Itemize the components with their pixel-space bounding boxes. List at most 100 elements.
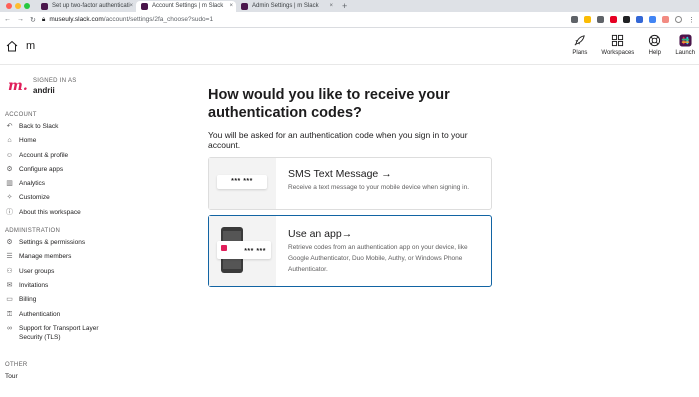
person-icon: ☺ <box>5 151 14 159</box>
close-window-button[interactable] <box>6 3 12 9</box>
app-header: m Plans Workspaces Help Launch <box>0 28 699 65</box>
workspaces-label: Workspaces <box>601 50 635 56</box>
sidebar-item-back-to-slack[interactable]: ↶ Back to Slack <box>0 122 160 136</box>
slack-logo-icon <box>679 34 692 47</box>
address-bar[interactable]: 🔒︎ museuly.slack.com/account/settings/2f… <box>42 14 565 25</box>
extension-icon[interactable] <box>662 16 669 23</box>
app-option-title: Use an app→ <box>288 228 353 240</box>
window-controls <box>0 0 36 12</box>
extension-icon[interactable] <box>597 16 604 23</box>
close-tab-icon[interactable]: × <box>129 1 133 12</box>
sidebar-item-customize[interactable]: ✧ Customize <box>0 193 160 207</box>
main-content: How would you like to receive your authe… <box>208 86 492 287</box>
star-icon[interactable] <box>584 16 591 23</box>
group-icon: ⚇ <box>6 267 13 275</box>
card-icon: ▭ <box>6 296 13 304</box>
signed-in-block: m. SIGNED IN AS andrii <box>0 66 160 110</box>
signed-in-username: andrii <box>33 86 55 95</box>
sidebar-item-configure-apps[interactable]: ⚙ Configure apps <box>0 165 160 179</box>
extensions-bar: ⋮ <box>571 16 695 24</box>
wand-icon: ✧ <box>6 194 13 202</box>
arrow-right-icon: → <box>381 168 392 180</box>
extension-icon[interactable] <box>649 16 656 23</box>
page-subtitle: You will be asked for an authentication … <box>208 130 468 150</box>
members-icon: ☰ <box>6 253 13 261</box>
sidebar-item-user-groups[interactable]: ⚇ User groups <box>0 267 160 281</box>
envelope-icon: ✉ <box>6 281 13 289</box>
home-icon[interactable] <box>6 40 18 52</box>
new-tab-button[interactable]: + <box>336 1 353 12</box>
plans-button[interactable]: Plans <box>572 34 587 56</box>
workspace-name: m <box>26 40 36 52</box>
browser-tab-strip: Set up two-factor authenticati × Account … <box>0 0 699 12</box>
key-icon[interactable] <box>571 16 578 23</box>
chart-icon: ▥ <box>6 180 13 188</box>
more-icon[interactable]: ⋮ <box>688 16 695 24</box>
sms-option-card[interactable]: *** *** SMS Text Message → Receive a tex… <box>208 157 492 210</box>
sidebar-item-account-profile[interactable]: ☺ Account & profile <box>0 151 160 165</box>
arrow-right-icon: → <box>341 228 353 240</box>
slack-favicon-icon <box>141 3 148 10</box>
help-label: Help <box>648 50 661 56</box>
sidebar-item-analytics[interactable]: ▥ Analytics <box>0 179 160 193</box>
help-button[interactable]: Help <box>648 34 661 56</box>
back-arrow-icon: ↶ <box>6 123 13 130</box>
gear-icon: ⚙ <box>6 239 13 247</box>
launch-button[interactable]: Launch <box>675 34 695 56</box>
info-icon: ⓘ <box>6 208 13 216</box>
app-code-card: *** *** <box>217 241 271 259</box>
stack-icon[interactable] <box>623 16 630 23</box>
app-option-description: Retrieve codes from an authentication ap… <box>288 244 468 273</box>
other-section-label: OTHER <box>5 361 28 368</box>
lifebuoy-icon <box>649 34 661 47</box>
workspace-logo: m. <box>8 78 28 94</box>
sidebar-item-about-workspace[interactable]: ⓘ About this workspace <box>0 208 160 222</box>
browser-tab[interactable]: Admin Settings | m Slack × <box>236 1 336 12</box>
slack-favicon-icon <box>41 3 48 10</box>
pinterest-icon[interactable] <box>610 16 617 23</box>
signed-in-label: SIGNED IN AS <box>33 78 77 84</box>
authenticator-app-option-card[interactable]: *** *** Use an app→ Retrieve codes from … <box>208 215 492 287</box>
lock-icon: 🔒︎ <box>41 15 46 23</box>
workspaces-button[interactable]: Workspaces <box>601 34 634 56</box>
zoom-window-button[interactable] <box>24 3 30 9</box>
settings-sidebar: m. SIGNED IN AS andrii ACCOUNT ↶ Back to … <box>0 66 160 397</box>
sidebar-item-tour[interactable]: Tour <box>0 372 160 386</box>
app-illustration: *** *** <box>209 216 276 286</box>
key-icon: ⚿ <box>6 310 13 318</box>
home-icon: ⌂ <box>7 137 12 145</box>
sidebar-item-billing[interactable]: ▭ Billing <box>0 295 160 309</box>
sidebar-item-invitations[interactable]: ✉ Invitations <box>0 281 160 295</box>
slack-favicon-icon <box>241 3 248 10</box>
sms-option-description: Receive a text message to your mobile de… <box>288 184 470 191</box>
back-icon[interactable]: ← <box>4 16 11 23</box>
forward-icon[interactable]: → <box>17 16 24 23</box>
sidebar-item-manage-members[interactable]: ☰ Manage members <box>0 252 160 266</box>
sidebar-item-settings-permissions[interactable]: ⚙ Settings & permissions <box>0 238 160 252</box>
browser-tab-active[interactable]: Account Settings | m Slack × <box>136 1 236 12</box>
plans-label: Plans <box>572 50 588 56</box>
account-section-label: ACCOUNT <box>5 112 37 118</box>
grid-icon <box>612 34 624 47</box>
rocket-icon <box>574 35 586 46</box>
sidebar-item-authentication[interactable]: ⚿ Authentication <box>0 310 160 324</box>
sidebar-item-tls[interactable]: ∞ Support for Transport Layer Security (T… <box>0 324 160 348</box>
sms-option-title: SMS Text Message → <box>288 168 392 180</box>
close-tab-icon[interactable]: × <box>329 1 333 12</box>
minimize-window-button[interactable] <box>15 3 21 9</box>
sms-code-bubble: *** *** <box>217 175 267 189</box>
close-tab-icon[interactable]: × <box>229 1 233 12</box>
url-domain: museuly.slack.com <box>49 16 104 23</box>
launch-label: Launch <box>675 50 695 56</box>
url-path: /account/settings/2fa_choose?sudo=1 <box>103 16 214 23</box>
iq-icon[interactable] <box>636 16 643 23</box>
reload-icon[interactable]: ↻ <box>30 16 36 24</box>
sidebar-item-home[interactable]: ⌂ Home <box>0 136 160 150</box>
profile-icon[interactable] <box>675 16 682 23</box>
administration-section-label: ADMINISTRATION <box>5 228 61 235</box>
browser-tab[interactable]: Set up two-factor authenticati × <box>36 1 136 12</box>
browser-toolbar: ← → ↻ 🔒︎ museuly.slack.com/account/setti… <box>0 12 699 28</box>
page-title: How would you like to receive your authe… <box>208 87 450 121</box>
link-icon: ∞ <box>7 324 12 332</box>
apps-icon: ⚙ <box>6 165 13 173</box>
